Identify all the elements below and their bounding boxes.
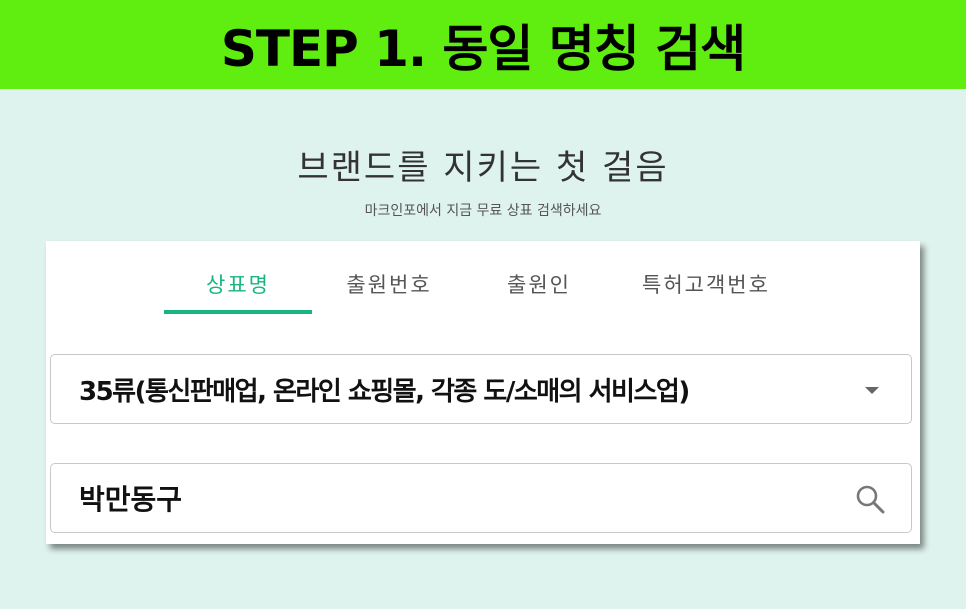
search-type-tabs: 상표명 출원번호 출원인 특허고객번호 (46, 241, 920, 315)
classification-selected-value: 35류(통신판매업, 온라인 쇼핑몰, 각종 도/소매의 서비스업) (79, 376, 690, 407)
hero-title: 브랜드를 지키는 첫 걸음 (297, 148, 669, 188)
search-card: 상표명 출원번호 출원인 특허고객번호 35류(통신판매업, 온라인 쇼핑몰, … (46, 241, 920, 544)
caret-down-icon (865, 387, 879, 394)
tab-applicant[interactable]: 출원인 (464, 269, 614, 315)
tab-patent-customer-number[interactable]: 특허고객번호 (616, 269, 796, 315)
search-field[interactable] (50, 463, 912, 533)
hero-subtitle: 마크인포에서 지금 무료 상표 검색하세요 (364, 203, 602, 219)
step-banner: STEP 1. 동일 명칭 검색 (0, 0, 966, 89)
banner-title: STEP 1. 동일 명칭 검색 (220, 19, 746, 78)
search-input[interactable] (77, 472, 841, 524)
tab-trademark-name[interactable]: 상표명 (164, 269, 312, 315)
tab-application-number[interactable]: 출원번호 (314, 269, 464, 315)
active-tab-indicator (164, 310, 312, 314)
classification-select[interactable]: 35류(통신판매업, 온라인 쇼핑몰, 각종 도/소매의 서비스업) (50, 354, 912, 424)
search-icon[interactable] (855, 484, 885, 514)
